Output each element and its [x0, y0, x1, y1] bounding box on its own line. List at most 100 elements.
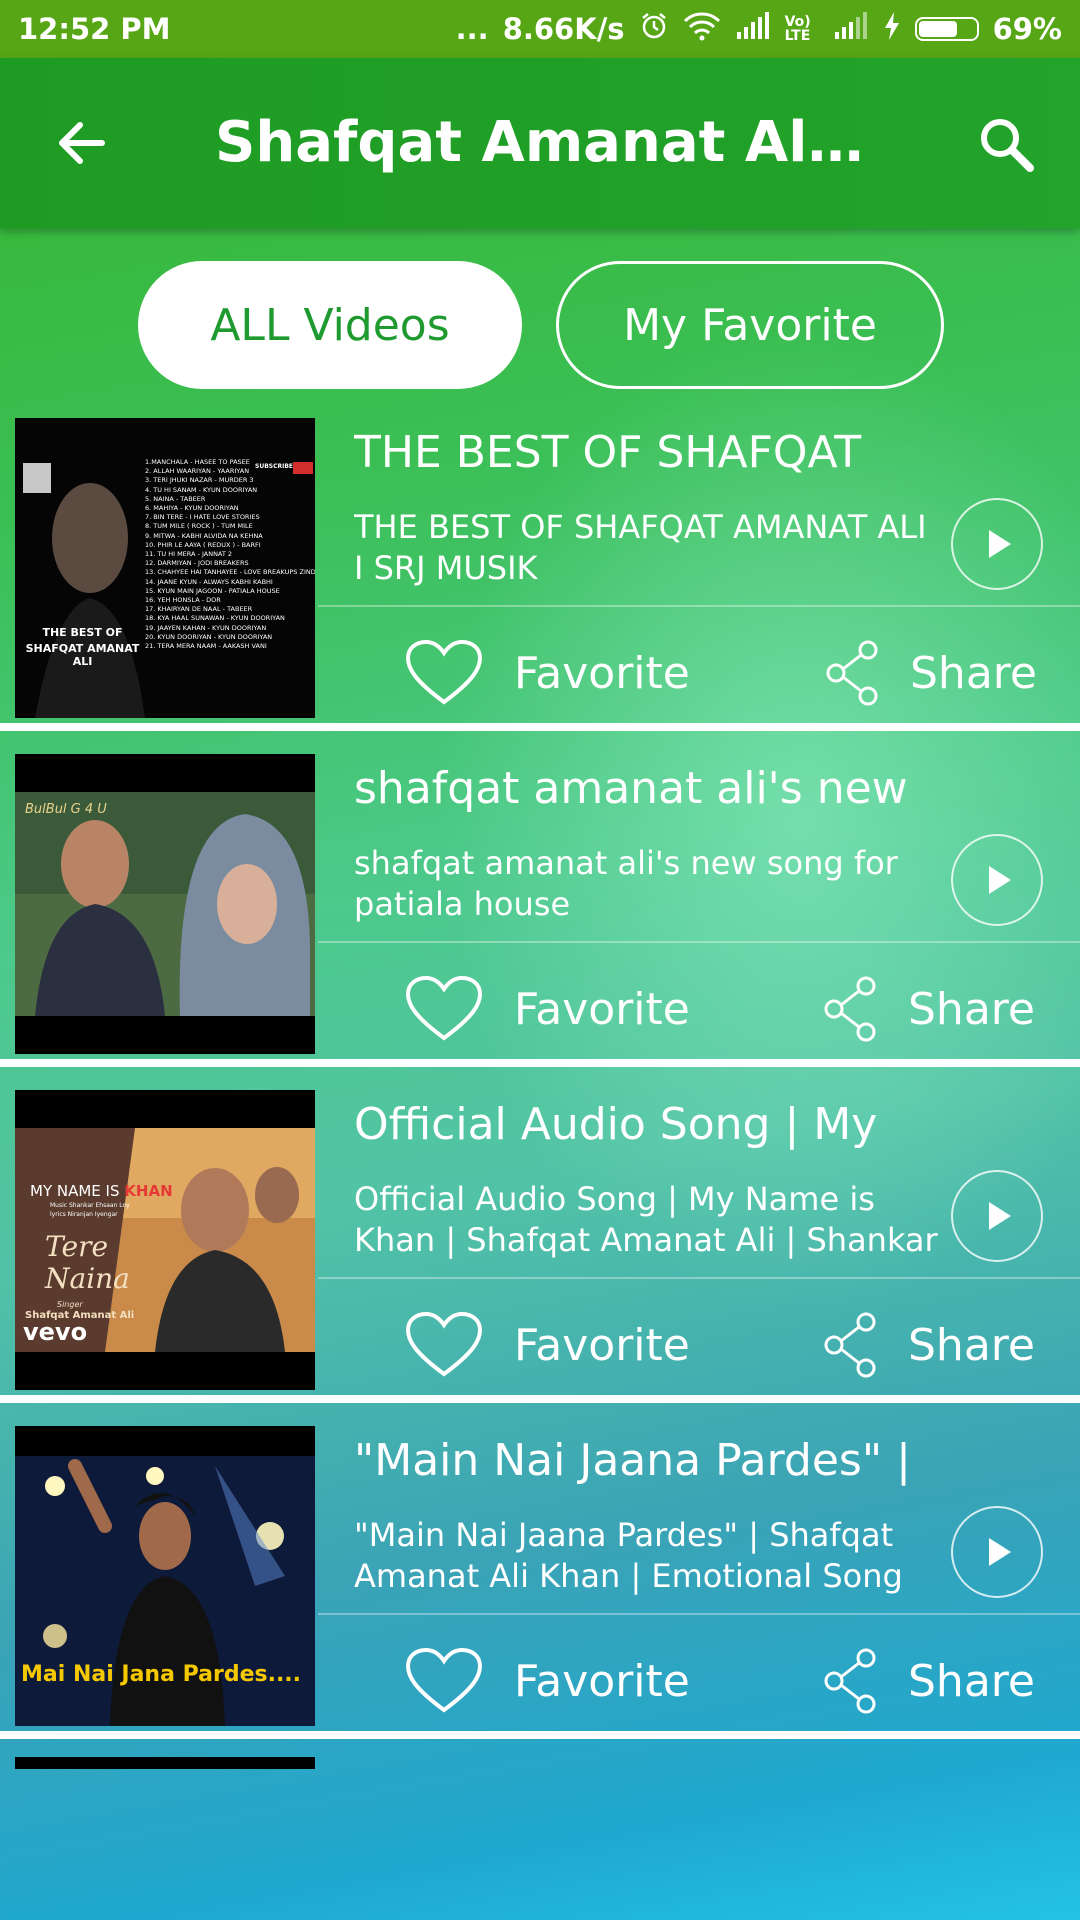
video-description: Official Audio Song | My Name is Khan | … [354, 1180, 938, 1259]
thumbnail-caption: THE BEST OF [42, 626, 123, 639]
video-thumbnail[interactable]: BulBul G 4 U [15, 754, 315, 1054]
tab-all-videos[interactable]: ALL Videos [138, 261, 522, 389]
wifi-icon [683, 11, 721, 48]
thumbnail-song-name-2: Naina [45, 1262, 130, 1295]
thumbnail-subscribe-badge: SUBSCRIBE [255, 463, 294, 470]
divider [318, 1277, 1080, 1279]
thumbnail-track-line: 15. KYUN MAIN JAGOON - PATIALA HOUSE [145, 586, 280, 595]
item-separator [0, 1731, 1080, 1739]
share-label: Share [908, 983, 1035, 1035]
share-button[interactable]: Share [824, 1310, 1035, 1380]
thumbnail-song-name: Tere [45, 1230, 109, 1263]
divider [318, 1613, 1080, 1615]
favorite-button[interactable]: Favorite [405, 1646, 690, 1716]
thumbnail-tracklist: 1.MANCHALA - HASEE TO PASEE 2. ALLAH WAAR… [145, 458, 315, 651]
item-separator [0, 1395, 1080, 1403]
video-title: "Main Nai Jaana Pardes" | [354, 1435, 911, 1486]
share-icon [824, 976, 876, 1042]
lte-label: Vo) LTE [784, 14, 811, 44]
thumbnail-track-line: 12. DARMIYAN - JODI BREAKERS [145, 559, 249, 568]
favorite-button[interactable]: Favorite [405, 974, 690, 1044]
favorite-button[interactable]: Favorite [405, 1310, 690, 1380]
play-icon [989, 1538, 1011, 1566]
video-title: Official Audio Song | My [354, 1099, 878, 1150]
arrow-left-icon [59, 122, 105, 164]
favorite-button[interactable]: Favorite [405, 638, 690, 708]
play-button[interactable] [951, 498, 1043, 590]
thumbnail-track-line: 10. PHIR LE AAYA ( REDUX ) - BARFI [145, 540, 261, 549]
search-button[interactable] [975, 113, 1037, 175]
favorite-label: Favorite [514, 1655, 690, 1707]
signal-2-icon [833, 11, 869, 47]
notification-dots: ... [455, 12, 489, 46]
thumbnail-track-line: 7. BIN TERE - I HATE LOVE STORIES [145, 513, 260, 522]
back-button[interactable] [52, 113, 112, 173]
signal-icon [735, 11, 771, 47]
video-item[interactable]: BulBul G 4 U shafqat amanat ali's new sh… [0, 749, 1080, 1059]
thumbnail-track-line: 6. MAHIYA - KYUN DOORIYAN [145, 504, 239, 513]
battery-icon [914, 17, 979, 41]
play-icon [989, 530, 1011, 558]
page-title: Shafqat Amanat Ali Hit... [215, 110, 875, 175]
video-thumbnail-partial[interactable] [15, 1757, 315, 1769]
heart-icon [405, 1647, 483, 1713]
video-thumbnail[interactable]: Mai Nai Jana Pardes.... [15, 1426, 315, 1726]
video-item[interactable]: 1.MANCHALA - HASEE TO PASEE 2. ALLAH WAAR… [0, 413, 1080, 723]
share-icon [826, 640, 878, 706]
thumbnail-track-line: 8. TUM MILE ( ROCK ) - TUM MILE [145, 522, 253, 531]
share-icon [824, 1648, 876, 1714]
thumbnail-track-line: 21. TERA MERA NAAM - AAKASH VANI [145, 642, 267, 651]
play-button[interactable] [951, 1170, 1043, 1262]
charging-icon [883, 11, 901, 48]
video-item[interactable]: MY NAME IS KHAN Music Shankar Ehsaan Loy… [0, 1085, 1080, 1395]
video-thumbnail[interactable]: 1.MANCHALA - HASEE TO PASEE 2. ALLAH WAAR… [15, 418, 315, 718]
thumbnail-track-line: 13. CHAHYEE HAI TANHAYEE - LOVE BREAKUPS… [145, 568, 315, 577]
tab-my-favorite[interactable]: My Favorite [556, 261, 944, 389]
video-item[interactable]: Mai Nai Jana Pardes.... "Main Nai Jaana … [0, 1421, 1080, 1731]
video-title: THE BEST OF SHAFQAT [354, 427, 862, 478]
thumbnail-track-line: 18. KYA HAAL SUNAWAN - KYUN DOORIYAN [145, 614, 285, 623]
thumbnail-track-line: 11. TU HI MERA - JANNAT 2 [145, 550, 233, 559]
heart-icon [405, 1311, 483, 1377]
video-description: THE BEST OF SHAFQAT AMANAT ALI I SRJ MUS… [354, 508, 927, 587]
favorite-label: Favorite [514, 647, 690, 699]
item-separator [0, 1059, 1080, 1067]
share-icon [824, 1312, 876, 1378]
share-button[interactable]: Share [824, 1646, 1035, 1716]
play-button[interactable] [951, 1506, 1043, 1598]
thumbnail-track-line: 14. JAANE KYUN - ALWAYS KABHI KABHI [145, 577, 273, 586]
thumbnail-caption: Mai Nai Jana Pardes.... [21, 1662, 302, 1687]
alarm-icon [639, 11, 669, 48]
thumbnail-caption: MY NAME IS KHAN [30, 1182, 173, 1200]
thumbnail-caption: BulBul G 4 U [25, 802, 107, 817]
thumbnail-track-line: 4. TU HI SANAM - KYUN DOORIYAN [145, 485, 258, 494]
heart-icon [405, 639, 483, 705]
video-thumbnail[interactable]: MY NAME IS KHAN Music Shankar Ehsaan Loy… [15, 1090, 315, 1390]
favorite-label: Favorite [514, 1319, 690, 1371]
play-icon [989, 866, 1011, 894]
thumbnail-track-line: 5. NAINA - TABEER [145, 494, 206, 503]
video-description: "Main Nai Jaana Pardes" | Shafqat Amanat… [354, 1516, 903, 1595]
thumbnail-caption-2: SHAFQAT AMANAT ALI [25, 642, 140, 668]
video-description: shafqat amanat ali's new song for patial… [354, 844, 898, 923]
share-label: Share [908, 1319, 1035, 1371]
share-label: Share [908, 1655, 1035, 1707]
divider [318, 941, 1080, 943]
divider [318, 605, 1080, 607]
heart-icon [405, 975, 483, 1041]
app-bar: Shafqat Amanat Ali Hit... [0, 58, 1080, 228]
share-button[interactable]: Share [824, 974, 1035, 1044]
item-separator [0, 723, 1080, 731]
status-bar: 12:52 PM ... 8.66K/s Vo) LTE 69% [0, 0, 1080, 58]
thumbnail-credit-lyrics: lyrics Niranjan Iyengar [50, 1211, 118, 1218]
thumbnail-track-line: 16. YEH HONSLA - DOR [145, 596, 221, 605]
video-title: shafqat amanat ali's new [354, 763, 908, 814]
share-button[interactable]: Share [826, 638, 1037, 708]
thumbnail-track-line: 9. MITWA - KABHI ALVIDA NA KEHNA [145, 531, 263, 540]
play-button[interactable] [951, 834, 1043, 926]
thumbnail-track-line: 17. KHAIRYAN DE NAAL - TABEER [145, 605, 253, 614]
thumbnail-track-line: 19. JAAYEN KAHAN - KYUN DOORIYAN [145, 623, 267, 632]
thumbnail-credit-music: Music Shankar Ehsaan Loy [50, 1202, 130, 1209]
battery-percent: 69% [992, 12, 1062, 46]
status-time: 12:52 PM [18, 12, 171, 46]
